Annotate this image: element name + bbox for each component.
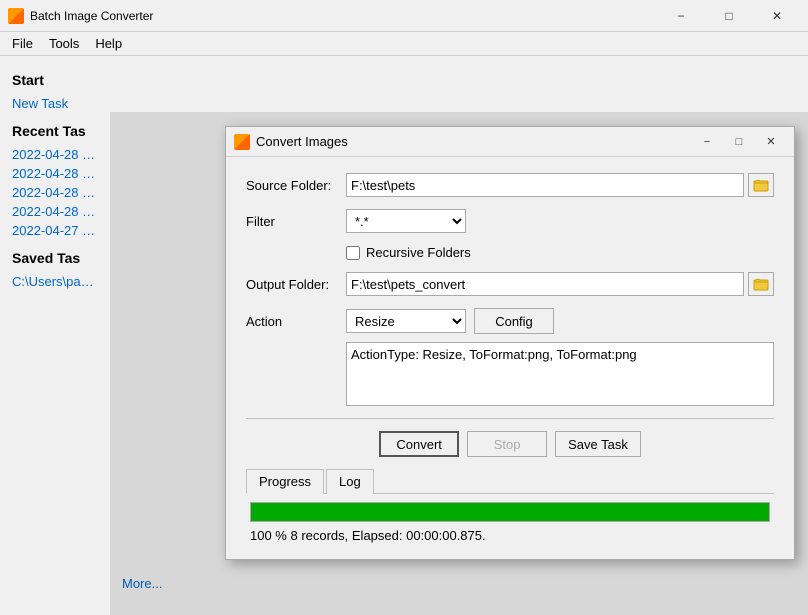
filter-controls: *.* *.jpg *.png *.bmp: [346, 209, 774, 233]
sidebar-recent-0[interactable]: 2022-04-28 16:...: [12, 147, 98, 162]
sidebar-saved-title: Saved Tas: [12, 250, 98, 266]
main-content: Start New Task Recent Tas 2022-04-28 16:…: [0, 56, 808, 615]
dialog-icon: [234, 134, 250, 150]
sidebar-recent-2[interactable]: 2022-04-28 15:...: [12, 185, 98, 200]
action-row: Action Resize Convert Watermark Rotate C…: [246, 308, 774, 334]
dialog-maximize-button[interactable]: □: [724, 131, 754, 153]
output-folder-label: Output Folder:: [246, 277, 346, 292]
action-controls: Resize Convert Watermark Rotate Config: [346, 308, 554, 334]
progress-bar-container: [250, 502, 770, 522]
convert-button[interactable]: Convert: [379, 431, 459, 457]
window-controls: − □ ✕: [658, 2, 800, 30]
separator: [246, 418, 774, 419]
menu-file[interactable]: File: [4, 34, 41, 53]
sidebar-new-task[interactable]: New Task: [12, 96, 98, 111]
dialog-controls: − □ ✕: [692, 131, 786, 153]
filter-row: Filter *.* *.jpg *.png *.bmp: [246, 209, 774, 233]
app-title: Batch Image Converter: [30, 9, 658, 23]
dialog-body: Source Folder: Filte: [226, 157, 794, 559]
sidebar-recent-3[interactable]: 2022-04-28 12:...: [12, 204, 98, 219]
dialog-title-bar: Convert Images − □ ✕: [226, 127, 794, 157]
dialog-minimize-button[interactable]: −: [692, 131, 722, 153]
filter-select[interactable]: *.* *.jpg *.png *.bmp: [346, 209, 466, 233]
progress-bar-fill: [251, 503, 769, 521]
dialog-close-button[interactable]: ✕: [756, 131, 786, 153]
source-folder-row: Source Folder:: [246, 173, 774, 197]
sidebar-recent-title: Recent Tas: [12, 123, 98, 139]
source-folder-input[interactable]: [346, 173, 744, 197]
sidebar: Start New Task Recent Tas 2022-04-28 16:…: [0, 56, 110, 615]
close-button[interactable]: ✕: [754, 2, 800, 30]
sidebar-start-title: Start: [12, 72, 98, 88]
tab-log[interactable]: Log: [326, 469, 374, 494]
maximize-button[interactable]: □: [706, 2, 752, 30]
sidebar-recent-1[interactable]: 2022-04-28 15:...: [12, 166, 98, 181]
progress-area: 100 % 8 records, Elapsed: 00:00:00.875.: [246, 502, 774, 543]
output-folder-controls: [346, 272, 774, 296]
save-task-button[interactable]: Save Task: [555, 431, 641, 457]
sidebar-saved-0[interactable]: C:\Users\pan\D...: [12, 274, 98, 289]
button-row: Convert Stop Save Task: [246, 431, 774, 457]
app-icon: [8, 8, 24, 24]
menu-tools[interactable]: Tools: [41, 34, 87, 53]
stop-button[interactable]: Stop: [467, 431, 547, 457]
config-row: [246, 342, 774, 406]
menu-bar: File Tools Help: [0, 32, 808, 56]
source-folder-browse[interactable]: [748, 173, 774, 197]
title-bar: Batch Image Converter − □ ✕: [0, 0, 808, 32]
config-textarea[interactable]: [346, 342, 774, 406]
dialog-title: Convert Images: [256, 134, 692, 149]
config-button[interactable]: Config: [474, 308, 554, 334]
recursive-checkbox[interactable]: [346, 246, 360, 260]
tab-bar: Progress Log: [246, 469, 774, 494]
recursive-label: Recursive Folders: [366, 245, 471, 260]
action-label: Action: [246, 314, 346, 329]
convert-images-dialog: Convert Images − □ ✕ Source Folder:: [225, 126, 795, 560]
menu-help[interactable]: Help: [87, 34, 130, 53]
output-folder-row: Output Folder:: [246, 272, 774, 296]
minimize-button[interactable]: −: [658, 2, 704, 30]
filter-label: Filter: [246, 214, 346, 229]
output-folder-browse[interactable]: [748, 272, 774, 296]
source-folder-label: Source Folder:: [246, 178, 346, 193]
tab-progress[interactable]: Progress: [246, 469, 324, 494]
progress-text: 100 % 8 records, Elapsed: 00:00:00.875.: [250, 528, 770, 543]
source-folder-controls: [346, 173, 774, 197]
recursive-row: Recursive Folders: [246, 245, 774, 260]
output-folder-input[interactable]: [346, 272, 744, 296]
sidebar-recent-4[interactable]: 2022-04-27 14:...: [12, 223, 98, 238]
action-select[interactable]: Resize Convert Watermark Rotate: [346, 309, 466, 333]
